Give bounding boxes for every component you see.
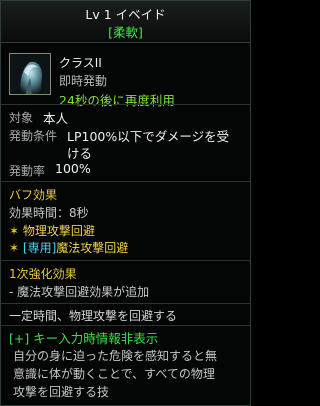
divider xyxy=(1,104,250,105)
divider xyxy=(1,260,250,261)
enhance-item: - 魔法攻撃回避効果が追加 xyxy=(9,285,150,299)
rate-label: 発動率 xyxy=(9,164,46,178)
star-icon: ✶ xyxy=(9,241,20,255)
star-icon: ✶ xyxy=(9,224,20,238)
class-name: クラスII xyxy=(59,56,102,70)
key-hint: [+] キー入力時情報非表示 xyxy=(9,331,159,346)
tooltip-header: Lv 1 イベイド [柔軟] xyxy=(1,1,250,43)
buff-title: バフ効果 xyxy=(9,188,58,202)
buff-effect-2-text: 魔法攻撃回避 xyxy=(56,241,129,255)
condition-label: 発動条件 xyxy=(9,129,58,143)
target-label: 対象 xyxy=(9,111,34,125)
skill-name: Lv 1 イベイド xyxy=(85,7,166,22)
description-line: 自分の身に迫った危険を感知すると無 xyxy=(13,349,218,363)
skill-type: [柔軟] xyxy=(108,25,143,40)
condition-value-line2: ける xyxy=(67,146,93,161)
buff-duration: 効果時間：8秒 xyxy=(9,206,89,220)
skill-description: 自分の身に迫った危険を感知すると無 意識に体が動くことで、すべての物理 攻撃を回… xyxy=(13,347,243,401)
cooldown-text: 24秒の後に再度利用 xyxy=(59,93,175,108)
divider xyxy=(1,325,250,326)
description-line: 意識に体が動くことで、すべての物理 xyxy=(13,367,215,381)
divider xyxy=(1,303,250,304)
divider xyxy=(1,181,250,182)
buff-effect-1: ✶ 物理攻撃回避 xyxy=(9,222,95,239)
exclusive-tag: [専用] xyxy=(22,241,57,255)
skill-tooltip: Lv 1 イベイド [柔軟] クラスII 即時発動 24秒の後に再度利用 対象 … xyxy=(0,0,251,406)
enhance-title: 1次強化効果 xyxy=(9,267,77,281)
activation-type: 即時発動 xyxy=(59,74,108,88)
class-portrait-icon xyxy=(9,53,51,95)
buff-effect-1-text: 物理攻撃回避 xyxy=(22,224,95,238)
description-line: 攻撃を回避する技 xyxy=(13,385,110,399)
rate-value: 100% xyxy=(55,161,91,176)
target-value: 本人 xyxy=(43,111,69,126)
buff-effect-2: ✶ [専用]魔法攻撃回避 xyxy=(9,239,128,256)
skill-summary: 一定時間、物理攻撃を回避する xyxy=(9,309,178,323)
